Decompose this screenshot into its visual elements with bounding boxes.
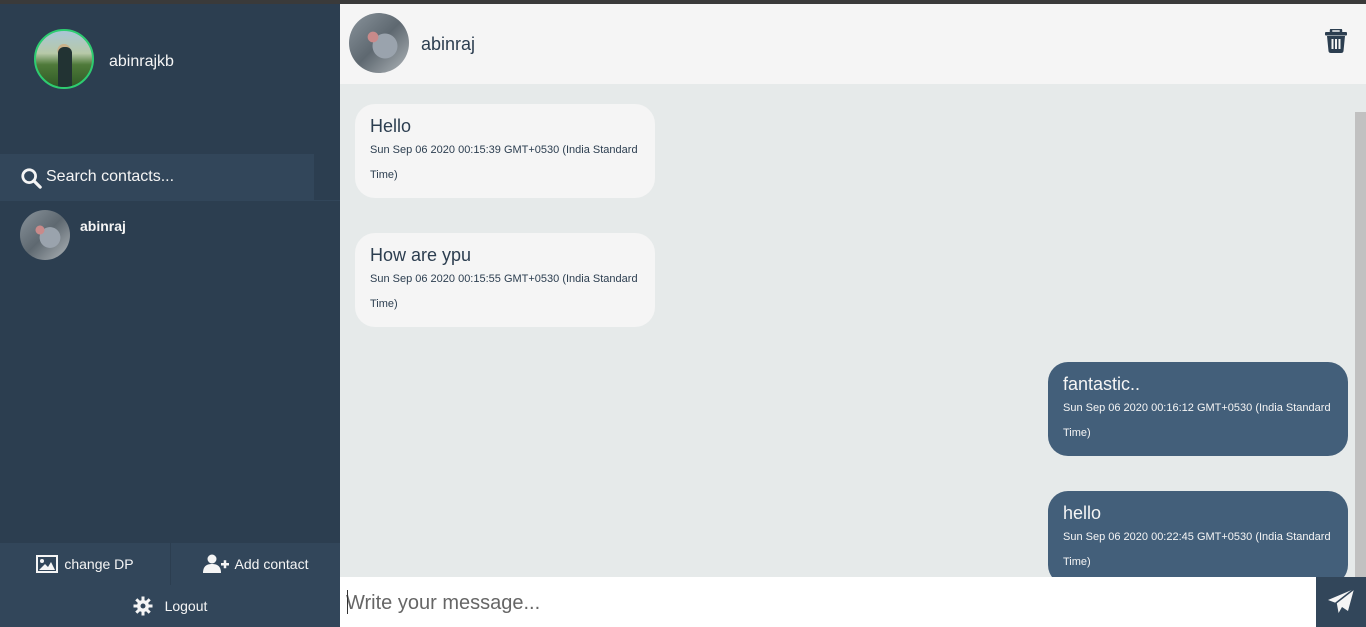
message-text: Hello <box>370 116 412 136</box>
chat-header: abinraj <box>340 4 1366 84</box>
contact-avatar <box>20 210 70 260</box>
message-time: Sun Sep 06 2020 00:15:39 GMT+0530 (India… <box>370 144 638 181</box>
user-avatar[interactable] <box>34 29 94 89</box>
message-text: hello <box>1063 503 1102 523</box>
message-text: fantastic.. <box>1063 374 1141 394</box>
message-list: Hello Sun Sep 06 2020 00:15:39 GMT+0530 … <box>340 84 1366 577</box>
user-profile: abinrajkb <box>0 4 340 154</box>
chat-panel: abinraj Hello Sun Sep 06 2020 00:15:39 G… <box>340 4 1366 627</box>
message-input[interactable] <box>346 589 1306 617</box>
contact-search <box>0 154 340 200</box>
sidebar-bottom-bar: change DP Add contact Logout <box>0 543 340 627</box>
message-time: Sun Sep 06 2020 00:22:45 GMT+0530 (India… <box>1063 531 1331 568</box>
chat-contact-name: abinraj <box>421 34 476 54</box>
search-icon <box>21 168 42 189</box>
message-scrollbar[interactable] <box>1355 112 1366 577</box>
message-time: Sun Sep 06 2020 00:16:12 GMT+0530 (India… <box>1063 402 1331 439</box>
text-caret <box>347 590 348 614</box>
message-sent: fantastic.. Sun Sep 06 2020 00:16:12 GMT… <box>1048 362 1348 456</box>
user-name: abinrajkb <box>109 53 174 70</box>
message-sent: hello Sun Sep 06 2020 00:22:45 GMT+0530 … <box>1048 491 1348 577</box>
search-underline <box>0 200 340 201</box>
message-time: Sun Sep 06 2020 00:15:55 GMT+0530 (India… <box>370 273 638 310</box>
chat-contact-avatar <box>349 13 409 73</box>
logout-button[interactable]: Logout <box>0 585 340 627</box>
search-divider <box>314 154 340 200</box>
message-text: How are ypu <box>370 245 472 265</box>
message-received: How are ypu Sun Sep 06 2020 00:15:55 GMT… <box>355 233 655 327</box>
contact-name: abinraj <box>80 218 126 234</box>
user-plus-icon <box>202 554 229 573</box>
change-dp-button[interactable]: change DP <box>0 543 170 585</box>
paper-plane-icon <box>1328 588 1355 615</box>
sidebar: abinrajkb abinraj change DP <box>0 4 340 627</box>
contact-list-item[interactable]: abinraj <box>0 203 340 269</box>
logout-label: Logout <box>164 598 208 614</box>
add-contact-button[interactable]: Add contact <box>171 543 340 585</box>
change-dp-label: change DP <box>64 556 134 572</box>
image-icon <box>36 555 59 573</box>
add-contact-label: Add contact <box>234 556 309 572</box>
send-button[interactable] <box>1316 577 1366 627</box>
trash-icon[interactable] <box>1325 29 1347 53</box>
gear-icon <box>133 596 153 616</box>
message-received: Hello Sun Sep 06 2020 00:15:39 GMT+0530 … <box>355 104 655 198</box>
message-composer <box>340 577 1366 627</box>
search-input[interactable] <box>46 165 306 189</box>
